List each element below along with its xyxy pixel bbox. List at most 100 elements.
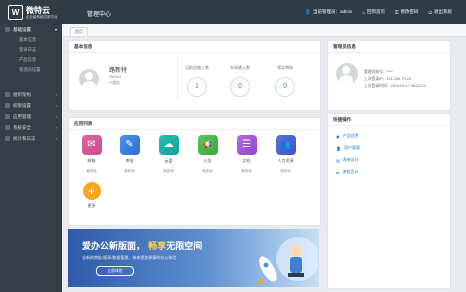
document-icon: ☰	[236, 135, 257, 155]
key-icon: ⚿	[395, 9, 399, 15]
form-icon: ▤	[336, 157, 340, 163]
sidebar-item-product-info[interactable]: 产品信息	[0, 55, 62, 65]
chevron-right-icon: ›	[55, 125, 57, 130]
quick-flow-design[interactable]: ⇄ 流程设计	[336, 169, 358, 175]
quick-product-info[interactable]: ▣ 产品信息	[336, 133, 359, 139]
sidebar: 基础设置 ▾ 基本信息 登录日志 产品信息 管理员设置 组织架构 › 权限设置 › …	[0, 24, 62, 292]
app-badge: 最新版	[86, 169, 97, 173]
avatar	[79, 69, 99, 89]
plus-icon: +	[82, 182, 101, 200]
user-name: 路新特	[109, 68, 128, 74]
admin-last-ip: 上次登录IP：121.236.79.24	[364, 77, 411, 81]
sidebar-group-label: 统计和日志	[13, 135, 36, 141]
quick-label: 表单设计	[342, 157, 359, 162]
sidebar-group-label: 组织架构	[13, 91, 31, 97]
sidebar-group-label: 基础设置	[13, 26, 31, 32]
logo-mark: W	[8, 5, 23, 20]
banner-headline-a: 爱办公	[82, 242, 110, 252]
home-link-label: 回到首页	[367, 9, 385, 14]
logout-label: 退出系统	[434, 9, 452, 14]
sidebar-group-label: 系统安全	[13, 124, 31, 130]
sidebar-item-basic-info[interactable]: 基本信息	[0, 35, 62, 45]
quick-ops-panel: 快捷操作	[327, 113, 451, 289]
app-mail[interactable]: ✉ 邮箱 最新版	[79, 135, 104, 174]
sidebar-group-label: 应用管理	[13, 113, 31, 119]
app-badge: 最新版	[202, 169, 213, 173]
logo-subtitle: 企业级系统应用平台	[26, 14, 58, 19]
sidebar-group-stats[interactable]: 统计和日志 ›	[0, 133, 62, 144]
app-name: 公告	[203, 158, 212, 163]
settings-icon	[5, 27, 10, 32]
app-approval[interactable]: ✎ 审批 最新版	[117, 135, 142, 174]
change-password-link[interactable]: ⚿ 修改密码	[395, 9, 418, 15]
quick-form-design[interactable]: ▤ 表单设计	[336, 157, 359, 163]
quick-user-manage[interactable]: 👤 用户管理	[336, 145, 360, 151]
stat-value[interactable]: 0	[230, 77, 250, 97]
quick-label: 流程设计	[342, 169, 359, 174]
basic-info-title: 基本信息	[69, 41, 320, 53]
sidebar-group-security[interactable]: 系统安全 ›	[0, 122, 62, 133]
app-name: 文档	[242, 158, 251, 163]
app-document[interactable]: ☰ 文档 最新版	[234, 135, 259, 174]
apps-title: 应用列表	[69, 118, 320, 130]
current-user[interactable]: 👤 当前管理员：admin	[305, 9, 352, 15]
sidebar-group-apps[interactable]: 应用管理 ›	[0, 111, 62, 122]
banner-headline-b: 新版面，	[109, 242, 146, 252]
banner-headline-c: 畅享	[148, 242, 167, 252]
app-name: 审批	[125, 158, 134, 163]
quick-label: 用户管理	[343, 145, 360, 150]
app-name: 人力资源	[277, 158, 294, 163]
top-bar: W 微特云 企业级系统应用平台 管理中心 👤 当前管理员：admin ⌂ 回到首页 …	[0, 0, 466, 24]
app-name: 邮箱	[87, 158, 96, 163]
logo: W 微特云 企业级系统应用平台	[8, 5, 58, 20]
chevron-right-icon: ›	[55, 92, 57, 97]
admin-avatar	[336, 63, 358, 85]
people-icon: 👥	[275, 135, 296, 155]
stat-week: 本周输入数 0	[215, 65, 265, 97]
app-hr[interactable]: 👥 人力资源 最新版	[273, 135, 298, 174]
chevron-right-icon: ›	[55, 103, 57, 108]
apps-panel: 应用列表 ✉ 邮箱 最新版 ✎ 审批 最新版 ☁ 云盘 最新版 📢 公告 最新版…	[68, 117, 321, 226]
banner-try-button[interactable]: 立即体验	[96, 266, 134, 276]
chevron-right-icon: ›	[55, 136, 57, 141]
logo-name: 微特云	[26, 5, 50, 15]
app-name: 云盘	[164, 158, 173, 163]
admin-last-time: 上次登录时间：2018-05-17 08:52:22	[364, 84, 426, 88]
stat-value[interactable]: 0	[275, 77, 295, 97]
mail-icon: ✉	[81, 135, 102, 155]
app-badge: 最新版	[124, 169, 135, 173]
app-more[interactable]: + 更多	[79, 182, 104, 209]
stat-label: 本周输入数	[230, 65, 250, 70]
banner-headline-d: 无限空间	[166, 242, 203, 252]
admin-info-panel: 管理员信息 管理员账号：**** 上次登录IP：121.236.79.24 上次…	[327, 40, 451, 111]
sidebar-item-admin-settings[interactable]: 管理员设置	[0, 65, 62, 75]
admin-account: 管理员账号：****	[364, 70, 393, 74]
quick-ops-title: 快捷操作	[328, 114, 450, 126]
user-icon: 👤	[305, 9, 312, 14]
lock-icon	[5, 103, 10, 108]
sidebar-group-basic-settings[interactable]: 基础设置 ▾	[0, 24, 62, 35]
sidebar-group-org[interactable]: 组织架构 ›	[0, 89, 62, 100]
sidebar-item-login-log[interactable]: 登录日志	[0, 45, 62, 55]
rocket-illustration	[256, 237, 318, 285]
promo-banner[interactable]: 爱办公新版面， 畅享无限空间 全新的审批/报表/数据管理，带来更加便捷的办公体验…	[68, 229, 319, 287]
user-icon: 👤	[336, 145, 341, 151]
app-name: 更多	[87, 203, 96, 208]
tab-home[interactable]: 首页	[70, 27, 88, 36]
admin-info-title: 管理员信息	[328, 41, 450, 53]
sidebar-group-permissions[interactable]: 权限设置 ›	[0, 100, 62, 111]
stat-label: 领导审核	[277, 65, 293, 70]
app-badge: 最新版	[163, 169, 174, 173]
stat-value[interactable]: 1	[187, 77, 207, 97]
apps-icon	[5, 114, 10, 119]
approval-icon: ✎	[119, 135, 140, 155]
org-icon	[5, 92, 10, 97]
logout-link[interactable]: ⏻ 退出系统	[428, 9, 452, 15]
user-dept: IT服务	[109, 81, 120, 85]
app-cloud[interactable]: ☁ 云盘 最新版	[156, 135, 181, 174]
app-badge: 最新版	[280, 169, 291, 173]
home-link[interactable]: ⌂ 回到首页	[362, 9, 385, 15]
banner-headline: 爱办公新版面， 畅享无限空间	[82, 239, 202, 252]
change-password-label: 修改密码	[400, 9, 419, 14]
app-announcement[interactable]: 📢 公告 最新版	[195, 135, 220, 174]
